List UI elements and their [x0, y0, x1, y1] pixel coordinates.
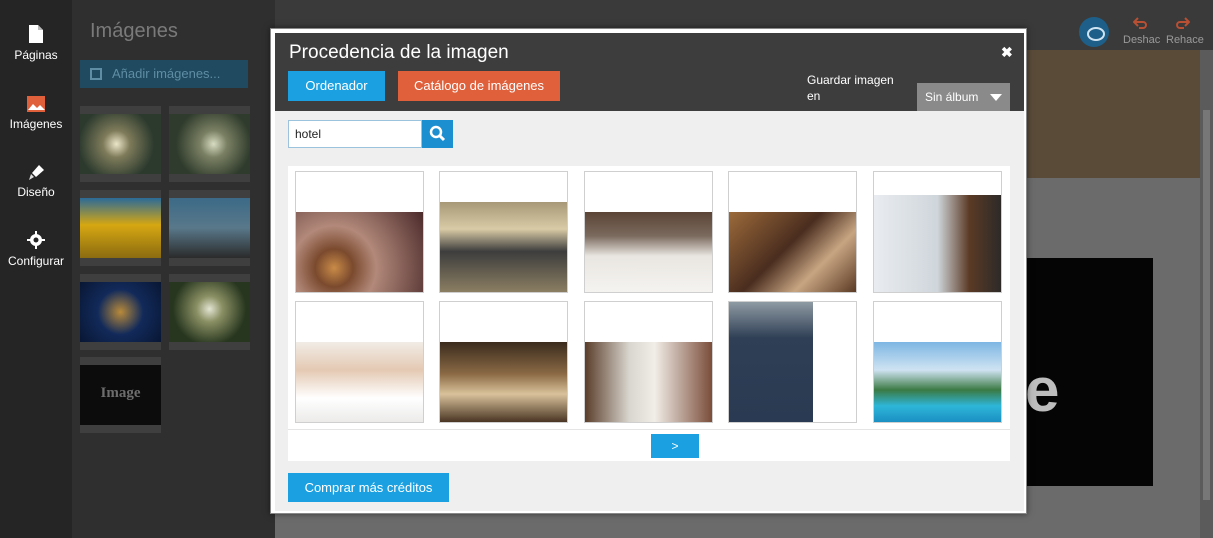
image-placeholder[interactable]: Image	[80, 357, 161, 433]
header-image	[1015, 50, 1200, 178]
nav-item-settings[interactable]: Configurar	[0, 230, 72, 268]
close-icon[interactable]: ✖	[1001, 44, 1013, 61]
image-icon	[27, 96, 45, 112]
image-thumbnail[interactable]	[80, 190, 161, 266]
image-thumbnail[interactable]	[80, 106, 161, 182]
save-in-label: Guardar imagen en	[807, 73, 894, 103]
result-thumbnail[interactable]	[873, 301, 1002, 423]
result-thumbnail[interactable]	[439, 301, 568, 423]
images-panel: Imágenes Añadir imágenes... Image	[72, 0, 275, 538]
result-thumbnail[interactable]	[873, 171, 1002, 293]
image-source-dialog: Procedencia de la imagen ✖ Ordenador Cat…	[270, 28, 1027, 514]
result-thumbnail[interactable]	[439, 171, 568, 293]
undo-button[interactable]: Deshac	[1123, 34, 1160, 46]
nav-item-label: Configurar	[7, 254, 65, 268]
search-input[interactable]	[288, 120, 422, 148]
left-nav: Páginas Imágenes Diseño Configurar	[0, 0, 72, 538]
image-thumbnail[interactable]	[169, 106, 250, 182]
canvas-text: e	[1025, 356, 1060, 425]
result-thumbnail[interactable]	[728, 171, 857, 293]
nav-item-images[interactable]: Imágenes	[0, 95, 72, 131]
preview-eye-icon[interactable]	[1079, 17, 1109, 47]
undo-icon	[1133, 17, 1147, 29]
pagination: >	[288, 429, 1010, 461]
tab-image-catalog[interactable]: Catálogo de imágenes	[398, 71, 560, 101]
dialog-header: Procedencia de la imagen ✖ Ordenador Cat…	[275, 33, 1024, 111]
nav-item-design[interactable]: Diseño	[0, 163, 72, 199]
album-select[interactable]: Sin álbum	[917, 83, 1010, 111]
redo-button[interactable]: Rehace	[1166, 34, 1204, 46]
search-icon	[429, 125, 446, 142]
panel-title: Imágenes	[90, 20, 178, 42]
result-thumbnail[interactable]	[584, 301, 713, 423]
nav-item-label: Imágenes	[9, 117, 63, 131]
buy-credits-button[interactable]: Comprar más créditos	[288, 473, 449, 502]
image-icon	[90, 68, 102, 80]
result-thumbnail[interactable]	[584, 171, 713, 293]
dialog-title: Procedencia de la imagen	[289, 42, 509, 63]
nav-item-label: Páginas	[14, 48, 58, 62]
nav-item-pages[interactable]: Páginas	[0, 24, 72, 62]
result-thumbnail[interactable]	[295, 171, 424, 293]
next-page-button[interactable]: >	[651, 434, 699, 458]
result-thumbnail[interactable]	[728, 301, 857, 423]
nav-item-label: Diseño	[17, 185, 55, 199]
chevron-down-icon	[990, 94, 1002, 101]
add-images-button[interactable]: Añadir imágenes...	[80, 60, 248, 88]
image-thumbnail[interactable]	[80, 274, 161, 350]
page-icon	[29, 25, 43, 43]
result-thumbnail[interactable]	[295, 301, 424, 423]
brush-icon	[29, 165, 44, 180]
dialog-body: > Comprar más créditos	[275, 111, 1024, 511]
gear-icon	[27, 231, 45, 249]
tab-computer[interactable]: Ordenador	[288, 71, 385, 101]
results-grid	[288, 166, 1010, 429]
image-thumbnail[interactable]	[169, 190, 250, 266]
scrollbar[interactable]	[1200, 50, 1213, 538]
redo-icon	[1176, 17, 1190, 29]
search-button[interactable]	[422, 120, 453, 148]
image-thumbnail[interactable]	[169, 274, 250, 350]
